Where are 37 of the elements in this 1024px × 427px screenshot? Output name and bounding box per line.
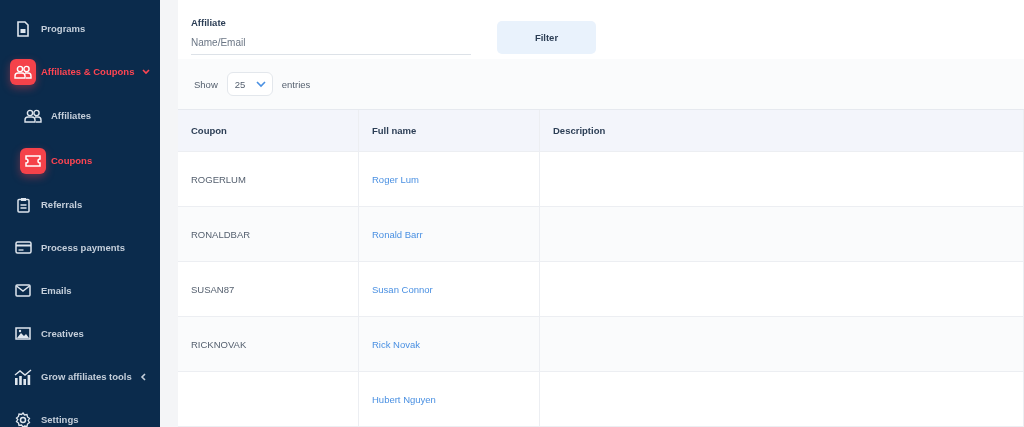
document-icon xyxy=(16,20,30,37)
entries-label: entries xyxy=(281,78,311,90)
field-label: Affiliate xyxy=(191,16,227,28)
table-cell: ROGERLUM xyxy=(178,152,359,206)
name-link[interactable]: Roger Lum xyxy=(372,173,419,185)
image-icon xyxy=(15,327,31,340)
name-link[interactable]: Susan Connor xyxy=(372,283,433,295)
clipboard-icon xyxy=(16,196,30,213)
sidebar-item[interactable]: Affiliates & Coupons xyxy=(0,50,160,93)
ticket-icon xyxy=(25,154,41,167)
column-header: Full name xyxy=(359,110,540,151)
sidebar-item[interactable]: Programs xyxy=(0,7,160,50)
entries-select[interactable]: 25 xyxy=(226,72,273,97)
users-icon xyxy=(24,108,42,123)
chart-icon xyxy=(14,368,32,385)
name-email-input[interactable]: Name/Email xyxy=(191,33,471,55)
name-link[interactable]: Hubert Nguyen xyxy=(372,393,436,405)
sidebar-item[interactable]: Creatives xyxy=(0,312,160,355)
column-header: Description xyxy=(540,110,1024,151)
show-label: Show xyxy=(194,78,218,90)
sidebar-subitem[interactable]: Affiliates xyxy=(0,93,160,138)
chevron-down-icon xyxy=(255,80,266,88)
table-cell: RICKNOVAK xyxy=(178,317,359,371)
table-cell: RONALDBAR xyxy=(178,207,359,261)
envelope-icon xyxy=(15,284,31,297)
sidebar-item[interactable]: Grow affiliates tools xyxy=(0,355,160,398)
card-icon xyxy=(14,241,32,254)
table-cell: SUSAN87 xyxy=(178,262,359,316)
column-header: Coupon xyxy=(178,110,359,151)
sidebar-item[interactable]: Settings xyxy=(0,398,160,427)
sidebar-subitem[interactable]: Coupons xyxy=(0,138,160,183)
users-icon xyxy=(14,64,32,79)
filter-button[interactable]: Filter xyxy=(497,21,596,55)
gear-icon xyxy=(15,411,31,427)
sidebar-item[interactable]: Process payments xyxy=(0,226,160,269)
sidebar-item[interactable]: Emails xyxy=(0,269,160,312)
sidebar-item[interactable]: Referrals xyxy=(0,183,160,226)
